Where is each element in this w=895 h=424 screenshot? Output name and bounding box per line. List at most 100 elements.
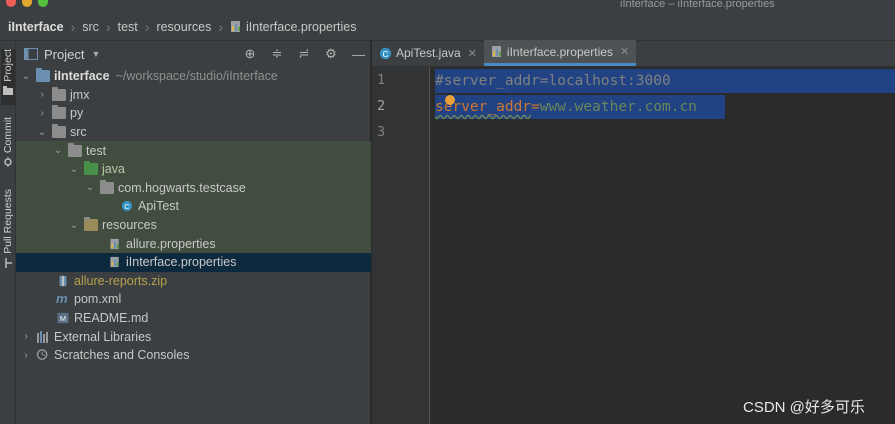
- chevron-right-icon[interactable]: ›: [20, 331, 32, 342]
- tree-item-label: Scratches and Consoles: [54, 348, 190, 363]
- archive-icon: [59, 275, 67, 287]
- commit-tool-label: Commit: [2, 117, 14, 154]
- chevron-down-icon[interactable]: ⌄: [52, 145, 64, 156]
- tree-item-allure-properties[interactable]: allure.properties: [16, 234, 371, 253]
- chevron-right-icon: ›: [105, 18, 111, 35]
- minimize-window-button[interactable]: [22, 0, 32, 7]
- tree-item-label: allure.properties: [126, 236, 216, 251]
- markdown-file-icon: M: [57, 313, 69, 323]
- scratches-icon: [36, 349, 48, 361]
- tree-item-readme[interactable]: M README.md: [16, 309, 371, 328]
- package-icon: [100, 179, 114, 194]
- collapse-all-icon[interactable]: ≓: [298, 46, 310, 62]
- tree-item-label: test: [86, 143, 107, 158]
- breadcrumb: iInterface › src › test › resources › iI…: [0, 13, 895, 41]
- project-view-title[interactable]: Project: [44, 47, 84, 62]
- folder-icon: [52, 105, 66, 120]
- folder-icon: [52, 124, 66, 139]
- breadcrumb-item-file[interactable]: iInterface.properties: [230, 20, 356, 34]
- chevron-down-icon[interactable]: ⌄: [84, 182, 96, 193]
- close-icon[interactable]: ✕: [468, 47, 477, 60]
- breadcrumb-item-test[interactable]: test: [118, 20, 138, 34]
- close-window-button[interactable]: [6, 0, 16, 7]
- chevron-right-icon: ›: [70, 18, 76, 35]
- minimize-icon[interactable]: —: [352, 47, 365, 62]
- tree-item-external-libraries[interactable]: › External Libraries: [16, 327, 371, 346]
- watermark: CSDN @好多可乐: [743, 399, 865, 416]
- intention-bulb-icon[interactable]: [445, 95, 455, 105]
- tab-commit-tool[interactable]: Commit: [1, 117, 15, 173]
- tree-item-path: ~/workspace/studio/iInterface: [115, 69, 278, 84]
- tree-item-iinterface-properties[interactable]: iInterface.properties: [16, 253, 371, 272]
- zoom-window-button[interactable]: [38, 0, 48, 7]
- chevron-right-icon: ›: [144, 18, 150, 35]
- java-class-icon: C: [121, 201, 133, 212]
- properties-file-icon: [491, 46, 501, 57]
- breadcrumb-item-resources[interactable]: resources: [156, 20, 211, 34]
- properties-file-icon: [110, 257, 119, 268]
- chevron-right-icon[interactable]: ›: [20, 350, 32, 361]
- tab-label: ApiTest.java: [396, 46, 461, 60]
- project-view-icon: [24, 48, 38, 60]
- tree-item-label: jmx: [70, 87, 90, 102]
- tree-item-java[interactable]: ⌄ java: [16, 160, 371, 179]
- locate-icon[interactable]: ⊕: [244, 46, 256, 62]
- svg-text:M: M: [60, 314, 66, 323]
- line-number-gutter: 1 2 3: [372, 67, 430, 424]
- chevron-down-icon[interactable]: ⌄: [36, 127, 48, 138]
- tab-iinterface-properties[interactable]: iInterface.properties ✕: [483, 40, 637, 66]
- tree-item-label: py: [70, 106, 84, 121]
- tree-item-test[interactable]: ⌄ test: [16, 141, 371, 160]
- chevron-right-icon: ›: [218, 18, 223, 35]
- tree-item-label: com.hogwarts.testcase: [118, 180, 246, 195]
- tree-item-scratches[interactable]: › Scratches and Consoles: [16, 346, 371, 365]
- svg-text:C: C: [382, 48, 388, 58]
- chevron-down-icon[interactable]: ▼: [91, 49, 100, 59]
- tree-item-label: resources: [102, 218, 157, 233]
- chevron-down-icon[interactable]: ⌄: [68, 220, 80, 231]
- chevron-right-icon[interactable]: ›: [36, 89, 48, 100]
- tree-item-label: iInterface.properties: [126, 255, 237, 270]
- tab-project-tool[interactable]: Project: [1, 49, 15, 105]
- editor-pane: C ApiTest.java ✕ iInterface.properties ✕…: [372, 40, 895, 424]
- breadcrumb-item-src[interactable]: src: [82, 20, 99, 34]
- gear-icon[interactable]: ⚙: [325, 46, 337, 62]
- tree-item-label: External Libraries: [54, 329, 152, 344]
- breadcrumb-file-label: iInterface.properties: [246, 19, 357, 34]
- pull-request-icon: [5, 257, 12, 268]
- tree-item-resources[interactable]: ⌄ resources: [16, 215, 371, 235]
- tree-item-src[interactable]: ⌄ src: [16, 123, 371, 142]
- tree-item-root[interactable]: ⌄ iInterface ~/workspace/studio/iInterfa…: [16, 67, 371, 86]
- tree-item-label: allure-reports.zip: [74, 273, 168, 288]
- tab-pull-requests-tool[interactable]: Pull Requests: [1, 189, 15, 275]
- commit-icon: [4, 157, 12, 168]
- code-editor[interactable]: #server_addr=localhost:3000 server_addr =…: [431, 67, 895, 424]
- test-source-folder-icon: [84, 161, 98, 176]
- expand-all-icon[interactable]: ≑: [271, 46, 283, 62]
- code-line-1[interactable]: #server_addr=localhost:3000: [435, 69, 895, 93]
- chevron-down-icon[interactable]: ⌄: [68, 164, 80, 175]
- tree-item-allure-reports-zip[interactable]: allure-reports.zip: [16, 272, 371, 291]
- code-line-2[interactable]: server_addr = www.weather.com.cn: [435, 95, 725, 119]
- tree-item-apitest[interactable]: C ApiTest: [16, 197, 371, 216]
- close-icon[interactable]: ✕: [620, 45, 629, 58]
- project-panel-header: Project ▼ ⊕ ≑ ≓ ⚙ —: [16, 41, 370, 67]
- editor-tabs: C ApiTest.java ✕ iInterface.properties ✕: [372, 40, 895, 67]
- tree-item-label: pom.xml: [74, 292, 122, 307]
- pull-requests-tool-label: Pull Requests: [2, 189, 14, 254]
- tree-item-jmx[interactable]: › jmx: [16, 86, 371, 105]
- java-class-icon: C: [379, 47, 392, 59]
- properties-file-icon: [110, 238, 119, 249]
- chevron-down-icon[interactable]: ⌄: [20, 71, 32, 82]
- tree-item-pom-xml[interactable]: m pom.xml: [16, 290, 371, 309]
- breadcrumb-item-project[interactable]: iInterface: [8, 20, 64, 34]
- line-number: 1: [377, 72, 386, 88]
- chevron-right-icon[interactable]: ›: [36, 108, 48, 119]
- tab-apitest-java[interactable]: C ApiTest.java ✕: [372, 40, 484, 66]
- tree-item-py[interactable]: › py: [16, 104, 371, 123]
- tree-item-package[interactable]: ⌄ com.hogwarts.testcase: [16, 178, 371, 198]
- tree-item-label: README.md: [74, 311, 149, 326]
- window-title: iInterface – iInterface.properties: [620, 0, 775, 10]
- tab-label: iInterface.properties: [506, 44, 613, 59]
- tool-window-strip: Project Commit Pull Requests: [0, 41, 16, 424]
